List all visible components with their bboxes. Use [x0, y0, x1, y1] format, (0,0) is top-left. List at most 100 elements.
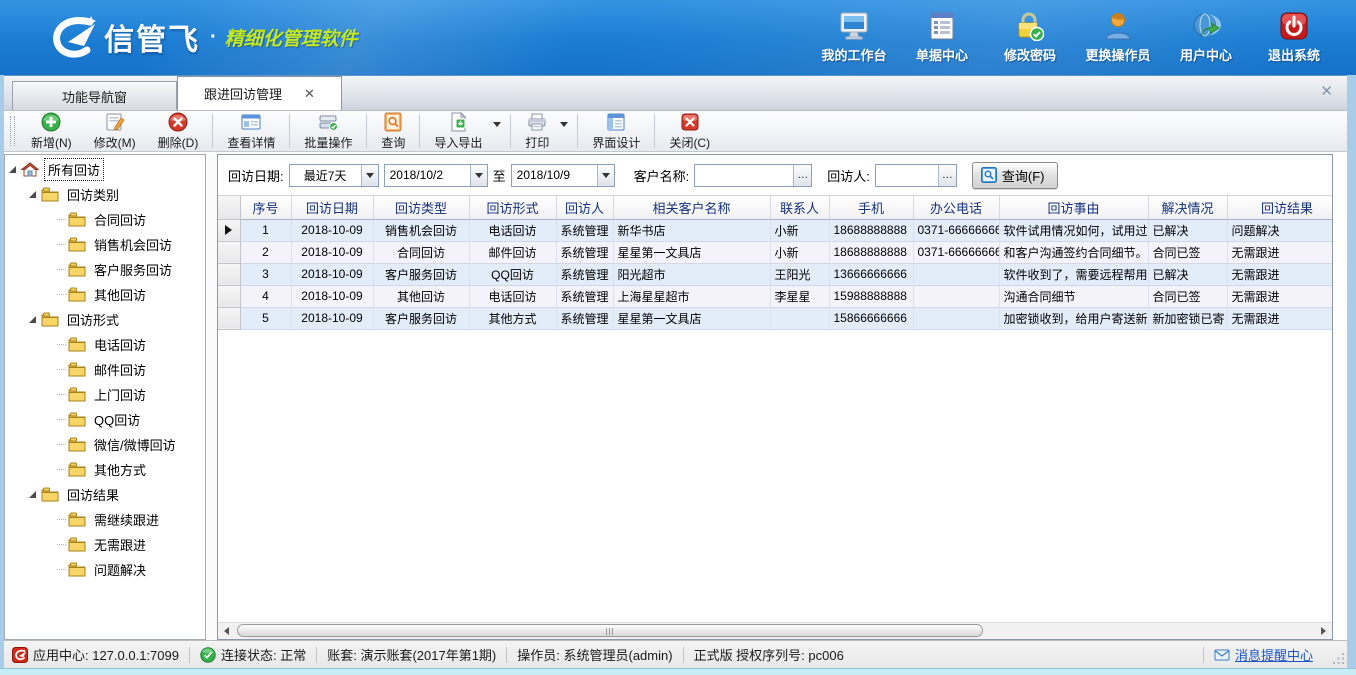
grid-cell[interactable]: 王阳光 — [770, 263, 829, 285]
date-to-select[interactable]: 2018/10/9 — [511, 164, 615, 187]
print-button[interactable]: 打印 — [514, 110, 560, 153]
menu-item-switch-operator[interactable]: 更换操作员 — [1074, 10, 1162, 64]
tree-child-item[interactable]: 其他回访 — [5, 282, 205, 307]
tree-root-item[interactable]: 所有回访 — [5, 157, 205, 182]
column-header[interactable]: 相关客户名称 — [613, 196, 770, 219]
grid-cell[interactable]: 电话回访 — [469, 285, 556, 307]
row-selector-cell[interactable] — [218, 241, 240, 263]
tree-child-item[interactable]: 需继续跟进 — [5, 507, 205, 532]
grid-cell[interactable]: 2018-10-09 — [291, 219, 373, 241]
grid-cell[interactable]: 新加密锁已寄 — [1148, 307, 1227, 329]
grid-cell[interactable]: 系统管理 — [556, 219, 613, 241]
visitor-lookup-button[interactable]: … — [938, 165, 956, 186]
message-center-link[interactable]: 消息提醒中心 — [1214, 645, 1339, 664]
row-selector-cell[interactable] — [218, 285, 240, 307]
column-header[interactable]: 回访类型 — [373, 196, 469, 219]
tree-child-item[interactable]: 其他方式 — [5, 457, 205, 482]
grid-cell[interactable]: 李星星 — [770, 285, 829, 307]
grid-cell[interactable]: 上海星星超市 — [613, 285, 770, 307]
tabstrip-close-icon[interactable]: ✕ — [1320, 82, 1333, 100]
delete-button[interactable]: 删除(D) — [147, 110, 210, 153]
grid-cell[interactable]: 已解决 — [1148, 219, 1227, 241]
grid-cell[interactable]: 3 — [240, 263, 291, 285]
grid-cell[interactable]: 4 — [240, 285, 291, 307]
column-header[interactable]: 联系人 — [770, 196, 829, 219]
grid-cell[interactable]: 客户服务回访 — [373, 263, 469, 285]
scroll-left-icon[interactable] — [218, 623, 235, 639]
scrollbar-thumb[interactable] — [237, 624, 983, 637]
grid-cell[interactable]: 新华书店 — [613, 219, 770, 241]
tree-child-item[interactable]: 上门回访 — [5, 382, 205, 407]
customer-lookup-button[interactable]: … — [793, 165, 811, 186]
grid-cell[interactable]: 小新 — [770, 241, 829, 263]
chevron-down-icon[interactable] — [361, 165, 378, 186]
horizontal-scrollbar[interactable] — [218, 622, 1332, 639]
grid-cell[interactable]: 2 — [240, 241, 291, 263]
grid-cell[interactable]: 软件试用情况如何，试用过程 — [999, 219, 1148, 241]
tree-expander-icon[interactable] — [29, 191, 36, 198]
tree-child-item[interactable]: QQ回访 — [5, 407, 205, 432]
grid-cell[interactable] — [913, 307, 999, 329]
ui-design-button[interactable]: 界面设计 — [581, 110, 651, 153]
grid-cell[interactable]: 和客户沟通签约合同细节。 — [999, 241, 1148, 263]
import-export-button[interactable]: 导入导出 — [423, 110, 493, 153]
grid-cell[interactable]: 软件收到了，需要远程帮用户 — [999, 263, 1148, 285]
column-header[interactable]: 回访结果 — [1227, 196, 1332, 219]
row-selector-cell[interactable] — [218, 219, 240, 241]
row-selector-header[interactable] — [218, 196, 240, 219]
grid-cell[interactable]: 合同回访 — [373, 241, 469, 263]
close-button[interactable]: 关闭(C) — [658, 110, 721, 153]
query-toolbar-button[interactable]: 查询 — [370, 110, 416, 153]
visitor-input[interactable] — [876, 165, 938, 186]
tree-child-item[interactable]: 客户服务回访 — [5, 257, 205, 282]
view-detail-button[interactable]: 查看详情 — [216, 110, 286, 153]
grid-cell[interactable]: 2018-10-09 — [291, 285, 373, 307]
toolbar-grip[interactable] — [10, 116, 15, 146]
grid-cell[interactable] — [770, 307, 829, 329]
tab-followup-visit-management[interactable]: 跟进回访管理 ✕ — [177, 76, 342, 110]
tree-child-item[interactable]: 微信/微博回访 — [5, 432, 205, 457]
scroll-right-icon[interactable] — [1315, 623, 1332, 639]
tree-child-item[interactable]: 邮件回访 — [5, 357, 205, 382]
grid-cell[interactable]: 18688888888 — [829, 241, 913, 263]
grid-cell[interactable]: 系统管理 — [556, 307, 613, 329]
tab-close-icon[interactable]: ✕ — [304, 87, 315, 100]
print-dropdown-icon[interactable] — [560, 122, 568, 127]
date-range-select[interactable]: 最近7天 — [289, 164, 379, 187]
tab-function-navigator[interactable]: 功能导航窗 — [12, 81, 177, 110]
resize-grip[interactable] — [1333, 653, 1345, 665]
grid-cell[interactable]: 阳光超市 — [613, 263, 770, 285]
grid-cell[interactable]: 2018-10-09 — [291, 263, 373, 285]
add-button[interactable]: 新增(N) — [20, 110, 83, 153]
grid-cell[interactable]: 0371-66666666 — [913, 219, 999, 241]
column-header[interactable]: 回访日期 — [291, 196, 373, 219]
grid-cell[interactable]: 加密锁收到，给用户寄送新的 — [999, 307, 1148, 329]
grid-cell[interactable]: 合同已签 — [1148, 285, 1227, 307]
grid-cell[interactable] — [913, 285, 999, 307]
grid-cell[interactable]: 2018-10-09 — [291, 307, 373, 329]
tree-child-item[interactable]: 电话回访 — [5, 332, 205, 357]
grid-cell[interactable]: 系统管理 — [556, 241, 613, 263]
grid-cell[interactable]: 5 — [240, 307, 291, 329]
grid-cell[interactable]: 小新 — [770, 219, 829, 241]
column-header[interactable]: 序号 — [240, 196, 291, 219]
date-from-select[interactable]: 2018/10/2 — [384, 164, 488, 187]
menu-item-documents[interactable]: 单据中心 — [898, 10, 986, 64]
tree-expander-icon[interactable] — [29, 316, 36, 323]
grid-cell[interactable]: 无需跟进 — [1227, 307, 1332, 329]
panel-splitter[interactable] — [206, 154, 217, 640]
query-button[interactable]: 查询(F) — [972, 162, 1058, 189]
grid-cell[interactable]: 问题解决 — [1227, 219, 1332, 241]
tree-child-item[interactable]: 问题解决 — [5, 557, 205, 582]
table-row[interactable]: 42018-10-09其他回访电话回访系统管理上海星星超市李星星15988888… — [218, 285, 1332, 307]
customer-name-input[interactable] — [695, 165, 793, 186]
column-header[interactable]: 解决情况 — [1148, 196, 1227, 219]
tree-child-item[interactable]: 无需跟进 — [5, 532, 205, 557]
grid-cell[interactable]: 星星第一文具店 — [613, 307, 770, 329]
grid-cell[interactable]: 无需跟进 — [1227, 241, 1332, 263]
grid-cell[interactable]: 电话回访 — [469, 219, 556, 241]
tree-group-item[interactable]: 回访类别 — [5, 182, 205, 207]
menu-item-exit-system[interactable]: 退出系统 — [1250, 10, 1338, 64]
grid-cell[interactable]: 其他方式 — [469, 307, 556, 329]
grid-cell[interactable]: QQ回访 — [469, 263, 556, 285]
